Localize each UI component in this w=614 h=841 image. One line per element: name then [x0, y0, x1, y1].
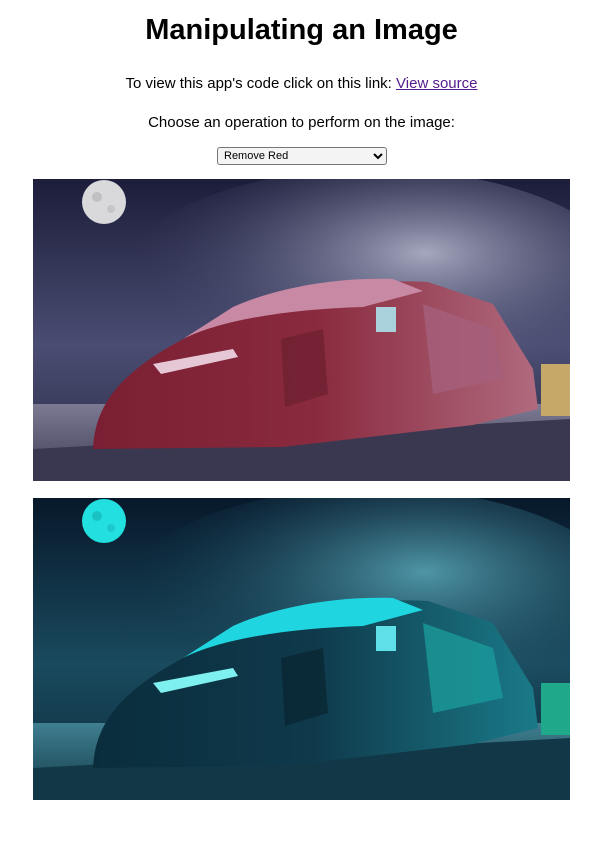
operation-select[interactable]: Remove Red	[217, 147, 387, 165]
result-image	[33, 498, 570, 800]
source-line: To view this app's code click on this li…	[0, 75, 603, 93]
view-source-link[interactable]: View source	[396, 75, 477, 92]
page-title: Manipulating an Image	[145, 14, 458, 46]
operation-prompt: Choose an operation to perform on the im…	[148, 114, 455, 131]
source-text: To view this app's code click on this li…	[125, 75, 392, 92]
original-image	[33, 179, 570, 481]
moon	[82, 180, 126, 224]
moon	[82, 499, 126, 543]
